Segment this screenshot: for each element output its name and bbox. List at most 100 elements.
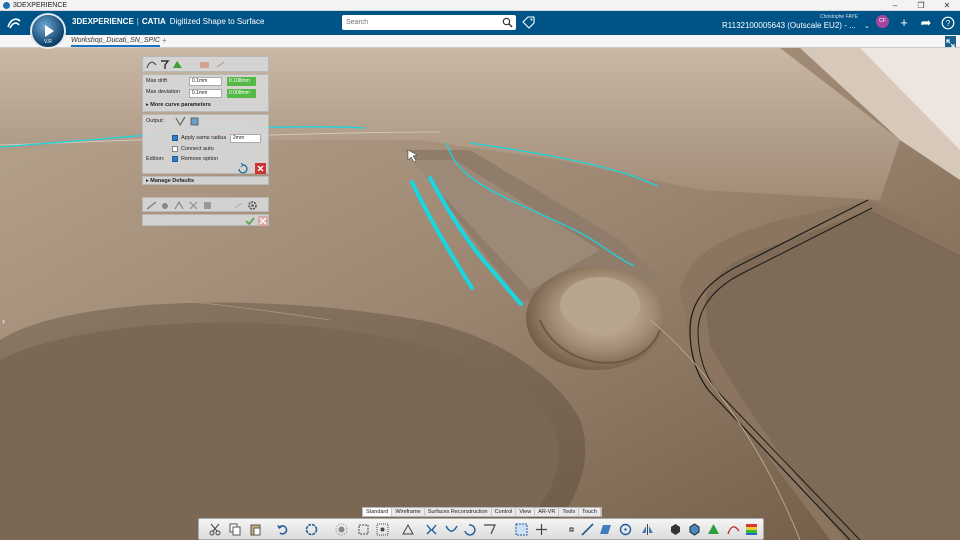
- minimize-icon[interactable]: –: [882, 1, 908, 10]
- analysis-icon[interactable]: [707, 523, 720, 536]
- paste-icon[interactable]: [249, 523, 262, 536]
- pin-icon[interactable]: [159, 59, 170, 70]
- refresh-icon[interactable]: [237, 163, 248, 174]
- tab-standard[interactable]: Standard: [363, 508, 393, 516]
- tool-f-icon[interactable]: [233, 200, 244, 211]
- apply-radius-checkbox[interactable]: [172, 135, 178, 141]
- edition-label: Edition:: [146, 156, 165, 162]
- circle-icon[interactable]: [619, 523, 632, 536]
- connect-auto-label: Connect auto: [181, 146, 214, 152]
- remove-option-label: Remove option: [181, 156, 218, 162]
- normal-icon[interactable]: [483, 523, 496, 536]
- point-icon[interactable]: [565, 523, 578, 536]
- avatar[interactable]: CF: [876, 15, 889, 28]
- remove-option-checkbox[interactable]: [172, 156, 178, 162]
- tab-ar-vr[interactable]: AR-VR: [535, 508, 560, 516]
- tool-b-icon[interactable]: [160, 200, 171, 211]
- split-icon[interactable]: [425, 523, 438, 536]
- settings-icon[interactable]: [247, 200, 258, 211]
- command-panel: Max drift 0.1mm 0.108mm Max deviation 0.…: [142, 56, 269, 228]
- rotate-icon[interactable]: [463, 523, 476, 536]
- max-deviation-result: 0.008mm: [227, 89, 256, 98]
- ok-cancel-bar: [142, 214, 269, 226]
- connect-auto-checkbox[interactable]: [172, 146, 178, 152]
- search-icon[interactable]: [502, 17, 513, 28]
- undo-icon[interactable]: [276, 523, 289, 536]
- join-icon[interactable]: [445, 523, 458, 536]
- update-icon[interactable]: [305, 523, 318, 536]
- chevron-right-icon[interactable]: ›: [2, 316, 5, 326]
- tool-d-icon[interactable]: [188, 200, 199, 211]
- options-icon[interactable]: [215, 59, 226, 70]
- manage-defaults-toggle[interactable]: ▸ Manage Defaults: [146, 178, 194, 184]
- svg-text:?: ?: [946, 19, 951, 28]
- secondary-toolbar: [142, 197, 269, 212]
- compass-version: V.R: [44, 39, 52, 45]
- move-icon[interactable]: [535, 523, 548, 536]
- user-name: Christophe FAYE: [820, 14, 858, 20]
- more-params-label: More curve parameters: [150, 102, 211, 108]
- tool-e-icon[interactable]: [202, 200, 213, 211]
- copy-icon[interactable]: [229, 523, 242, 536]
- add-tab-button[interactable]: +: [162, 36, 167, 45]
- manage-defaults-label: Manage Defaults: [150, 178, 195, 184]
- cut-icon[interactable]: [209, 523, 222, 536]
- manage-defaults-section[interactable]: ▸ Manage Defaults: [142, 176, 269, 185]
- tool-c-icon[interactable]: [174, 200, 185, 211]
- add-icon[interactable]: +: [897, 16, 911, 30]
- play-icon: [45, 25, 54, 37]
- tenant-selector[interactable]: R1132100005643 (Outscale EU2) - ...: [722, 21, 856, 30]
- document-tab-bar: Workshop_Ducati_SN_SPIC +: [0, 35, 960, 48]
- symmetry-icon[interactable]: [641, 523, 654, 536]
- select-area-icon[interactable]: [376, 523, 389, 536]
- output-label: Output:: [146, 118, 165, 124]
- tab-wireframe[interactable]: Wireframe: [392, 508, 425, 516]
- tab-touch[interactable]: Touch: [579, 508, 601, 516]
- chevron-down-icon[interactable]: ⌄: [864, 22, 870, 30]
- curve-analysis-icon[interactable]: [727, 523, 740, 536]
- ds-logo-icon[interactable]: [6, 16, 22, 30]
- tab-view[interactable]: View: [516, 508, 536, 516]
- radius-input[interactable]: 2mm: [230, 134, 261, 143]
- cancel-icon[interactable]: [255, 163, 266, 174]
- mesh-icon[interactable]: [172, 59, 183, 70]
- share-icon[interactable]: ➦: [919, 16, 933, 30]
- snap-icon[interactable]: [515, 523, 528, 536]
- tab-tools[interactable]: Tools: [559, 508, 580, 516]
- help-icon[interactable]: ?: [941, 16, 955, 30]
- fit-all-icon[interactable]: [357, 523, 370, 536]
- app-logo-icon: [3, 1, 10, 9]
- curve-tool-icon[interactable]: [146, 59, 157, 70]
- plane-icon[interactable]: [599, 523, 612, 536]
- action-bar: [198, 518, 764, 540]
- window-title: 3DEXPERIENCE: [13, 1, 68, 9]
- max-drift-result: 0.108mm: [227, 77, 256, 86]
- tab-control[interactable]: Control: [492, 508, 517, 516]
- render-icon[interactable]: [688, 523, 701, 536]
- tag-icon[interactable]: [522, 16, 535, 29]
- surface-preview-icon[interactable]: [199, 59, 210, 70]
- compass-button[interactable]: V.R: [30, 13, 66, 49]
- output-curve-icon[interactable]: [175, 116, 186, 127]
- max-drift-label: Max drift: [146, 78, 168, 84]
- action-bar-tabs: Standard Wireframe Surfaces Reconstructi…: [362, 507, 602, 517]
- search-box[interactable]: [342, 15, 516, 30]
- more-params-toggle[interactable]: ▸ More curve parameters: [146, 102, 211, 108]
- solid-icon[interactable]: [669, 523, 682, 536]
- color-map-icon[interactable]: [745, 523, 758, 536]
- ok-check-icon[interactable]: [245, 216, 255, 226]
- max-deviation-input[interactable]: 0.1mm: [189, 89, 222, 98]
- fullscreen-icon[interactable]: [945, 36, 956, 48]
- maximize-icon[interactable]: ❐: [908, 1, 934, 10]
- tab-document[interactable]: Workshop_Ducati_SN_SPIC: [71, 37, 161, 47]
- max-drift-input[interactable]: 0.1mm: [189, 77, 222, 86]
- close-icon[interactable]: ✕: [934, 1, 960, 10]
- cancel-x-icon[interactable]: [258, 216, 268, 226]
- output-surface-icon[interactable]: [189, 116, 200, 127]
- tool-a-icon[interactable]: [146, 200, 157, 211]
- tab-surfaces-reconstruction[interactable]: Surfaces Reconstruction: [425, 508, 492, 516]
- line-icon[interactable]: [581, 523, 594, 536]
- sun-icon[interactable]: [335, 523, 348, 536]
- measure-icon[interactable]: [402, 523, 415, 536]
- search-input[interactable]: [346, 15, 496, 30]
